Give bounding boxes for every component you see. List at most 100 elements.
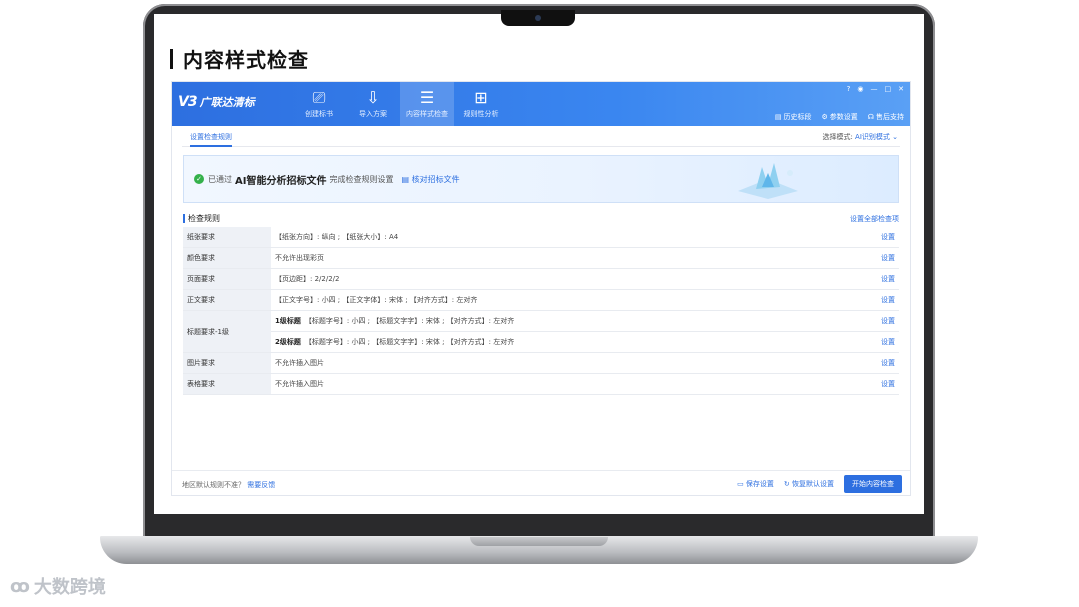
rule-name: 标题要求-1级 [183, 310, 271, 353]
logo-badge: V3 [178, 94, 198, 110]
history-label: 历史标段 [783, 113, 812, 121]
rules-table: 纸张要求 【纸张方向】: 纵向 ; 【纸张大小】: A4 设置 颜色要求 不允许… [183, 227, 899, 395]
app-logo: V3 广联达清标 [178, 94, 255, 110]
rule-name: 页面要求 [183, 268, 271, 290]
user-icon[interactable]: ◉ [857, 85, 863, 93]
top-bar: V3 广联达清标 ⎚ 创建标书 ⇩ 导入方案 ☰ 内容样式检查 ⊞ 规则性分析 … [172, 82, 910, 126]
rule-set-link[interactable]: 设置 [861, 247, 899, 269]
mode-value[interactable]: AI识别模式 ⌄ [855, 133, 898, 141]
rule-set-link[interactable]: 设置 [861, 373, 899, 395]
start-check-button[interactable]: 开始内容检查 [844, 475, 902, 493]
banner-strong: AI智能分析招标文件 [235, 175, 327, 187]
history-link[interactable]: ▤ 历史标段 [775, 112, 812, 122]
rule-set-link[interactable]: 设置 [861, 352, 899, 374]
tab-rule-settings[interactable]: 设置检查规则 [190, 132, 232, 147]
check-circle-icon: ✓ [194, 174, 204, 184]
banner-pre: 已通过 [208, 174, 232, 184]
rule-value: 不允许插入图片 [271, 373, 861, 395]
maximize-icon[interactable]: □ [885, 85, 892, 93]
verify-tender-label: 核对招标文件 [411, 174, 460, 184]
rule-value: 不允许插入图片 [271, 352, 861, 374]
rule-value: 【纸张方向】: 纵向 ; 【纸张大小】: A4 [271, 227, 861, 248]
app-window: V3 广联达清标 ⎚ 创建标书 ⇩ 导入方案 ☰ 内容样式检查 ⊞ 规则性分析 … [171, 81, 911, 496]
mode-selector[interactable]: 选择模式: AI识别模式 ⌄ [822, 132, 898, 142]
set-all-rules-link[interactable]: 设置全部检查项 [850, 214, 899, 224]
nav-content-style-check[interactable]: ☰ 内容样式检查 [400, 82, 454, 126]
rule-name: 颜色要求 [183, 247, 271, 269]
reset-label: 恢复默认设置 [792, 480, 834, 488]
support-label: 售后支持 [876, 113, 904, 121]
footer-bar: 地区默认规则不准？ 需要反馈 ▭ 保存设置 ↻ 恢复默认设置 开始内容检查 [172, 470, 910, 495]
rules-title: 检查规则 [183, 214, 220, 223]
help-icon[interactable]: ? [847, 85, 851, 93]
grid-icon: ⊞ [474, 88, 488, 107]
nav-create-bid[interactable]: ⎚ 创建标书 [292, 82, 346, 126]
rule-set-link[interactable]: 设置 [861, 289, 899, 311]
slide-title-text: 内容样式检查 [183, 48, 309, 72]
sub-value: 【标题字号】: 小四 ; 【标题文字字】: 宋体 ; 【对齐方式】: 左对齐 [304, 317, 515, 325]
save-settings-button[interactable]: ▭ 保存设置 [737, 479, 774, 489]
refresh-icon: ↻ [783, 480, 792, 488]
rule-name: 正文要求 [183, 289, 271, 311]
rule-value: 不允许出现彩页 [271, 247, 861, 269]
mode-label: 选择模式: [822, 133, 853, 141]
import-icon: ⇩ [366, 88, 380, 107]
rule-value: 1级标题 【标题字号】: 小四 ; 【标题文字字】: 宋体 ; 【对齐方式】: 左… [271, 310, 861, 332]
rule-set-link[interactable]: 设置 [861, 310, 899, 332]
camera-icon [535, 15, 541, 21]
verify-tender-link[interactable]: ▤ 核对招标文件 [401, 174, 459, 185]
camera-notch [501, 10, 575, 26]
save-icon: ▭ [737, 480, 746, 488]
settings-label: 参数设置 [829, 113, 858, 121]
rule-set-link[interactable]: 设置 [861, 331, 899, 353]
support-link[interactable]: ☊ 售后支持 [868, 112, 904, 122]
minimize-icon[interactable]: — [871, 85, 878, 93]
settings-link[interactable]: ⚙ 参数设置 [822, 112, 858, 122]
tab-row: 设置检查规则 选择模式: AI识别模式 ⌄ [182, 126, 900, 147]
feedback-link[interactable]: 需要反馈 [247, 481, 275, 489]
rule-value: 2级标题 【标题字号】: 小四 ; 【标题文字字】: 宋体 ; 【对齐方式】: 左… [271, 331, 861, 353]
nav-label: 内容样式检查 [406, 110, 448, 118]
document-list-icon: ☰ [419, 88, 435, 107]
footer-question: 地区默认规则不准？ 需要反馈 [182, 480, 275, 490]
logo-text: 广联达清标 [199, 96, 255, 109]
sub-heading: 1级标题 [275, 317, 301, 325]
top-links: ▤ 历史标段 ⚙ 参数设置 ☊ 售后支持 [775, 112, 904, 122]
table-row: 纸张要求 【纸张方向】: 纵向 ; 【纸张大小】: A4 设置 [183, 227, 899, 248]
window-controls: ? ◉ — □ ✕ [847, 85, 904, 93]
footer-buttons: ▭ 保存设置 ↻ 恢复默认设置 开始内容检查 [737, 475, 902, 493]
save-label: 保存设置 [745, 480, 774, 488]
sub-value: 【标题字号】: 小四 ; 【标题文字字】: 宋体 ; 【对齐方式】: 左对齐 [304, 338, 515, 346]
monitor-icon: ⎚ [312, 88, 326, 107]
table-row: 表格要求 不允许插入图片 设置 [183, 373, 899, 395]
main-nav: ⎚ 创建标书 ⇩ 导入方案 ☰ 内容样式检查 ⊞ 规则性分析 [292, 82, 508, 126]
slide-title: 内容样式检查 [170, 44, 309, 73]
nav-label: 规则性分析 [463, 110, 499, 118]
rule-set-link[interactable]: 设置 [861, 227, 899, 248]
rules-header: 检查规则 设置全部检查项 [183, 213, 899, 225]
banner-illustration [738, 163, 798, 199]
rule-name: 表格要求 [183, 373, 271, 395]
nav-import-plan[interactable]: ⇩ 导入方案 [346, 82, 400, 126]
banner-post: 完成检查规则设置 [329, 174, 394, 184]
watermark: ꝏ 大数跨境 [10, 573, 106, 599]
table-row: 颜色要求 不允许出现彩页 设置 [183, 247, 899, 269]
watermark-logo-icon: ꝏ [10, 575, 30, 597]
title-accent-bar [170, 48, 173, 69]
rule-value: 【页边距】: 2/2/2/2 [271, 268, 861, 290]
rule-set-link[interactable]: 设置 [861, 268, 899, 290]
laptop-base-groove [470, 537, 608, 546]
footer-question-text: 地区默认规则不准？ [182, 481, 245, 489]
rule-name: 纸张要求 [183, 227, 271, 248]
nav-label: 导入方案 [359, 110, 387, 118]
headset-icon: ☊ [867, 113, 874, 121]
nav-regularity-analysis[interactable]: ⊞ 规则性分析 [454, 82, 508, 126]
table-row: 页面要求 【页边距】: 2/2/2/2 设置 [183, 268, 899, 290]
sub-heading: 2级标题 [275, 338, 301, 346]
reset-defaults-button[interactable]: ↻ 恢复默认设置 [784, 479, 834, 489]
table-row: 标题要求-1级 1级标题 【标题字号】: 小四 ; 【标题文字字】: 宋体 ; 【… [183, 310, 899, 353]
folder-icon: ▤ [774, 113, 782, 121]
close-icon[interactable]: ✕ [898, 85, 904, 93]
rule-name: 图片要求 [183, 352, 271, 374]
table-row: 2级标题 【标题字号】: 小四 ; 【标题文字字】: 宋体 ; 【对齐方式】: 左… [183, 331, 899, 353]
